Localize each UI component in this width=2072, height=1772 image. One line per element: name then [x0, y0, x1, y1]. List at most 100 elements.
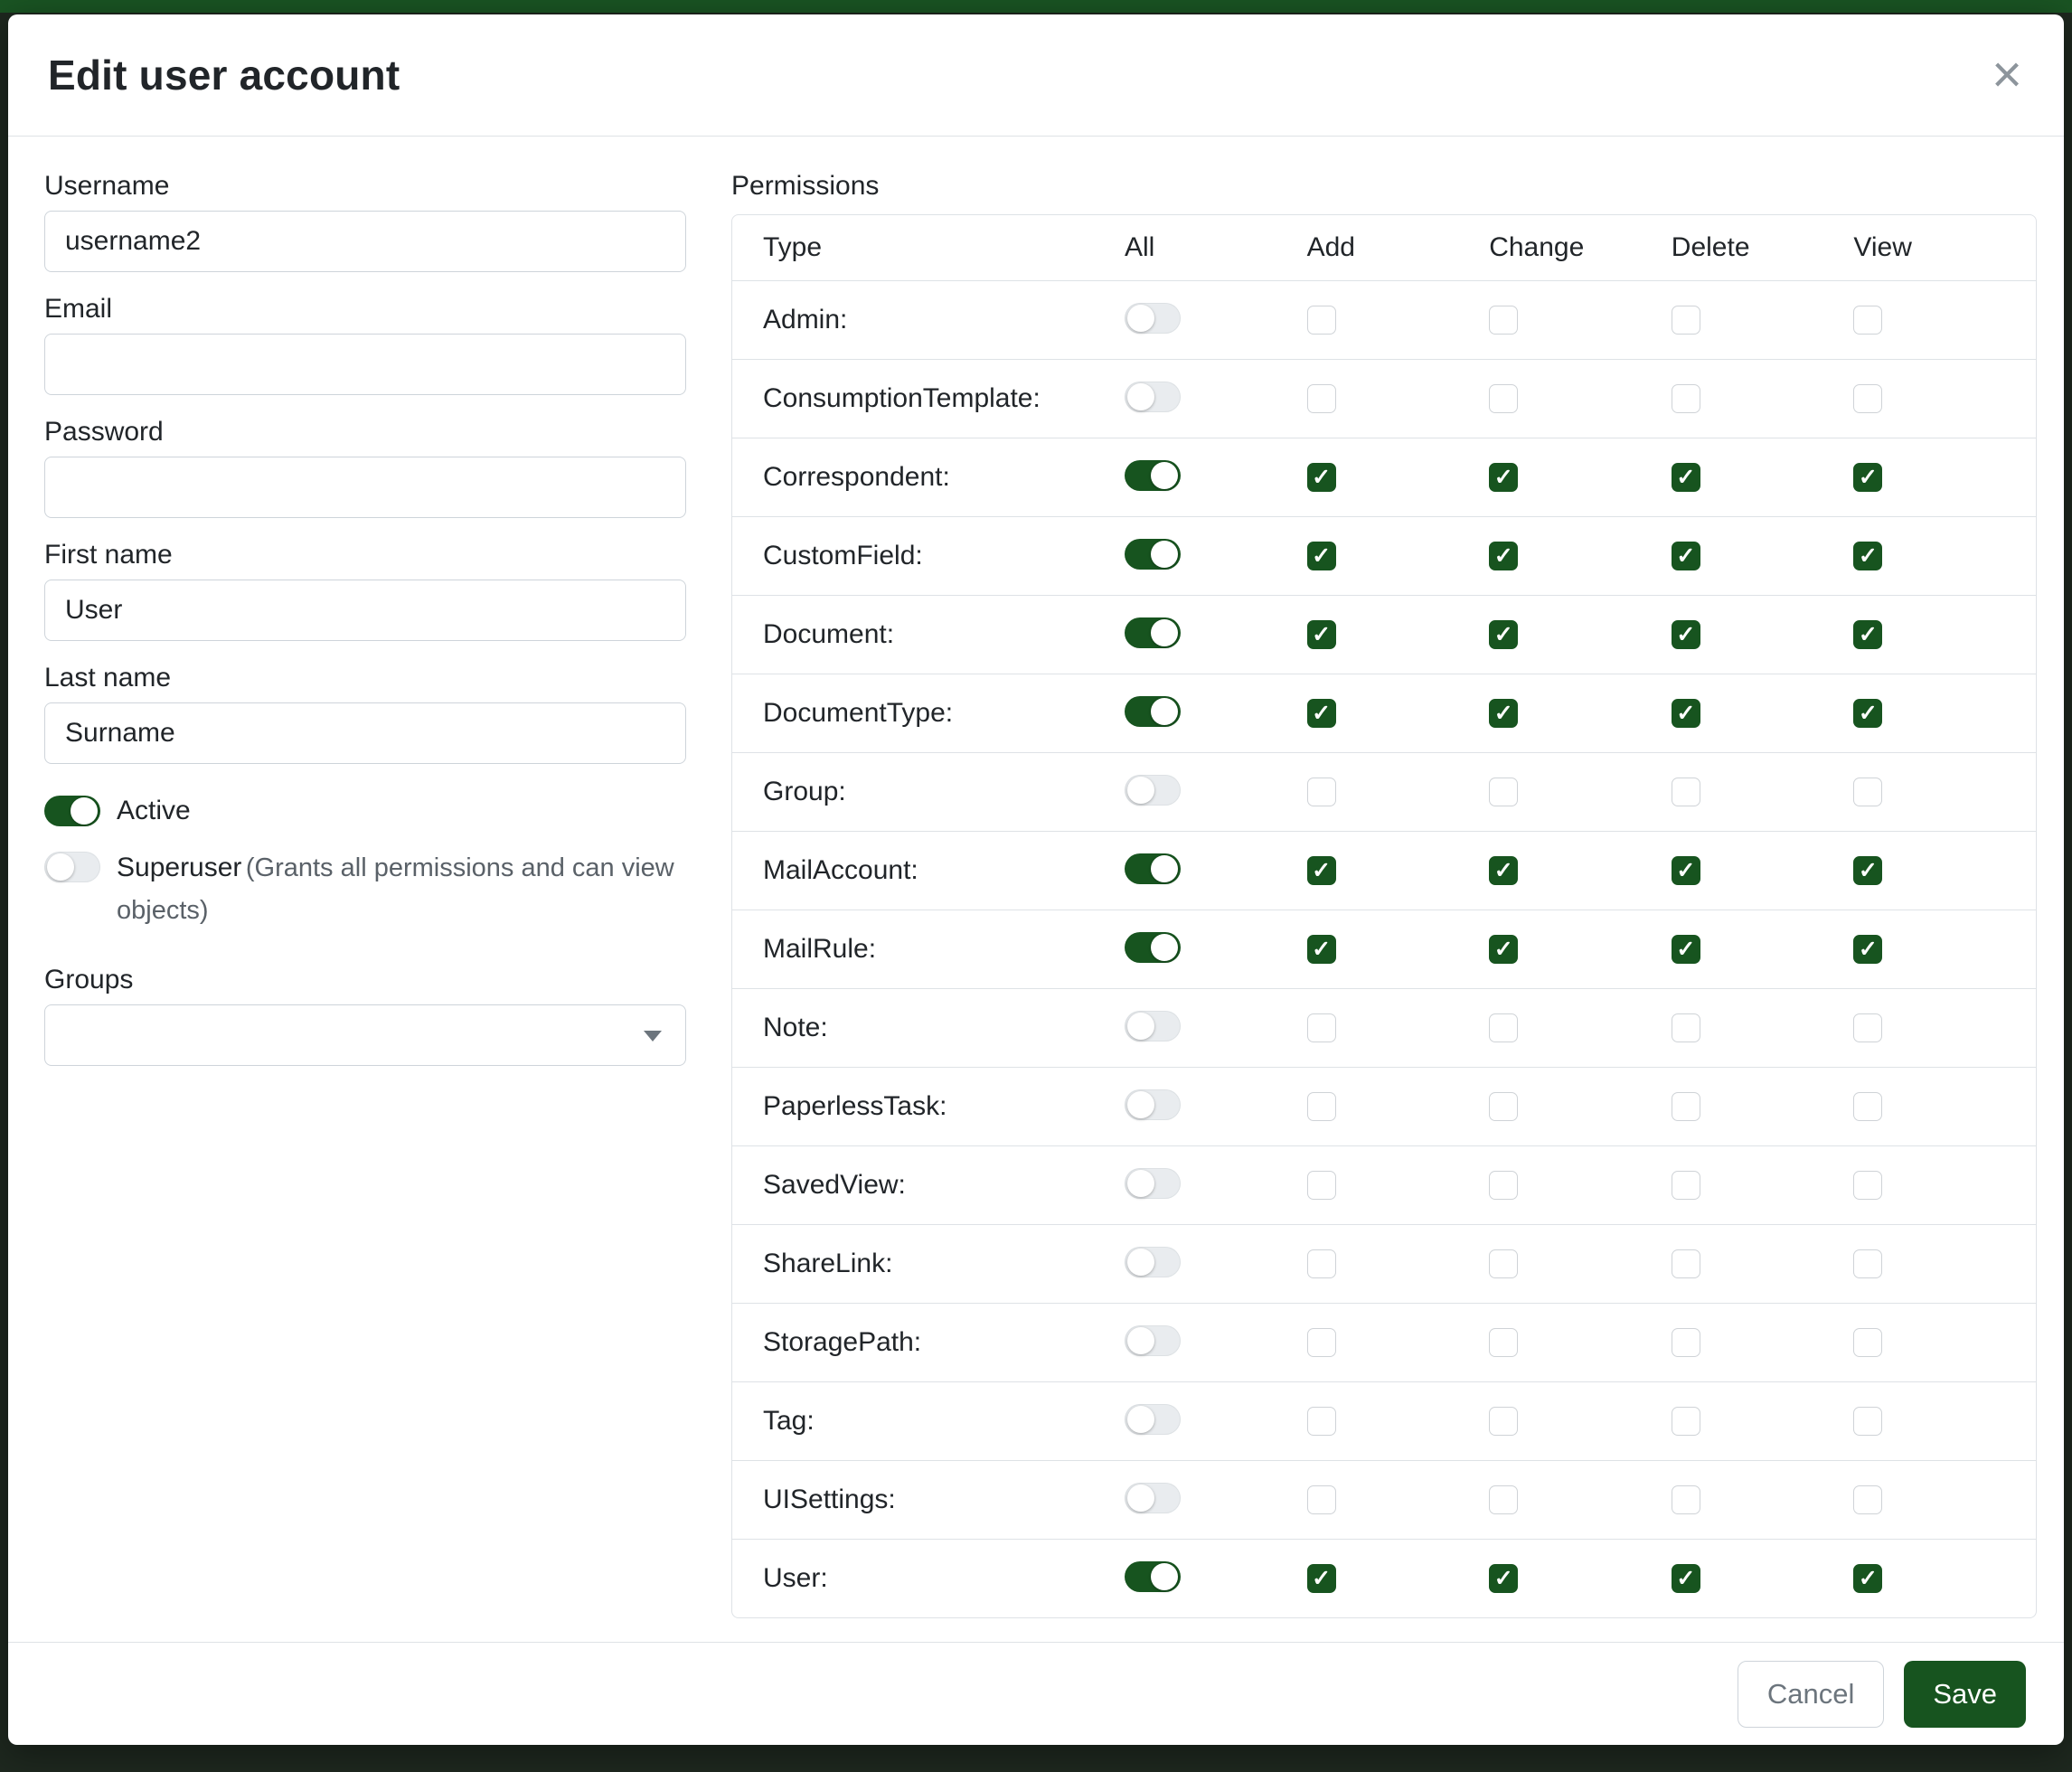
- permission-all-toggle[interactable]: [1125, 1404, 1181, 1435]
- permission-all-toggle[interactable]: [1125, 932, 1181, 963]
- permission-add-checkbox[interactable]: ✓: [1307, 463, 1336, 492]
- permission-delete-checkbox[interactable]: ✓: [1672, 542, 1700, 570]
- active-toggle[interactable]: [44, 796, 100, 826]
- permission-change-checkbox[interactable]: ✓: [1489, 1485, 1518, 1514]
- permission-delete-checkbox[interactable]: ✓: [1672, 1564, 1700, 1593]
- permission-all-toggle[interactable]: [1125, 460, 1181, 491]
- permission-change-checkbox[interactable]: ✓: [1489, 1564, 1518, 1593]
- permission-change-checkbox[interactable]: ✓: [1489, 542, 1518, 570]
- permission-add-checkbox[interactable]: ✓: [1307, 1171, 1336, 1200]
- first-name-field[interactable]: [44, 580, 686, 641]
- permission-all-toggle[interactable]: [1125, 775, 1181, 806]
- permission-view-checkbox[interactable]: ✓: [1853, 306, 1882, 335]
- permission-view-checkbox[interactable]: ✓: [1853, 620, 1882, 649]
- superuser-toggle[interactable]: [44, 852, 100, 882]
- permission-all-toggle[interactable]: [1125, 617, 1181, 648]
- permission-change-checkbox[interactable]: ✓: [1489, 778, 1518, 806]
- permission-delete-checkbox[interactable]: ✓: [1672, 1249, 1700, 1278]
- permission-all-toggle[interactable]: [1125, 1325, 1181, 1356]
- permission-view-checkbox[interactable]: ✓: [1853, 856, 1882, 885]
- permission-all-toggle[interactable]: [1125, 1011, 1181, 1042]
- permission-all-toggle[interactable]: [1125, 1561, 1181, 1592]
- permission-all-toggle[interactable]: [1125, 1089, 1181, 1120]
- permission-change-checkbox[interactable]: ✓: [1489, 699, 1518, 728]
- permission-change-checkbox[interactable]: ✓: [1489, 620, 1518, 649]
- permission-add-checkbox[interactable]: ✓: [1307, 1092, 1336, 1121]
- permission-change-checkbox[interactable]: ✓: [1489, 935, 1518, 964]
- permission-change-checkbox[interactable]: ✓: [1489, 1013, 1518, 1042]
- permission-change-checkbox[interactable]: ✓: [1489, 306, 1518, 335]
- permission-view-checkbox[interactable]: ✓: [1853, 384, 1882, 413]
- permission-view-checkbox[interactable]: ✓: [1853, 1564, 1882, 1593]
- permission-add-checkbox[interactable]: ✓: [1307, 778, 1336, 806]
- permission-delete-checkbox[interactable]: ✓: [1672, 778, 1700, 806]
- permission-add-checkbox[interactable]: ✓: [1307, 1564, 1336, 1593]
- permission-add-checkbox[interactable]: ✓: [1307, 935, 1336, 964]
- permission-add-checkbox[interactable]: ✓: [1307, 620, 1336, 649]
- permission-delete-checkbox[interactable]: ✓: [1672, 1171, 1700, 1200]
- permission-add-checkbox[interactable]: ✓: [1307, 1328, 1336, 1357]
- permission-delete-checkbox[interactable]: ✓: [1672, 1013, 1700, 1042]
- close-icon[interactable]: ×: [1983, 43, 2031, 107]
- permission-add-checkbox[interactable]: ✓: [1307, 542, 1336, 570]
- permission-all-toggle[interactable]: [1125, 303, 1181, 334]
- permission-view-checkbox[interactable]: ✓: [1853, 1092, 1882, 1121]
- permission-delete-checkbox[interactable]: ✓: [1672, 856, 1700, 885]
- permission-add-checkbox[interactable]: ✓: [1307, 1013, 1336, 1042]
- permission-change-checkbox[interactable]: ✓: [1489, 463, 1518, 492]
- permission-all-toggle[interactable]: [1125, 1247, 1181, 1277]
- permission-view-checkbox[interactable]: ✓: [1853, 1328, 1882, 1357]
- permission-delete-checkbox[interactable]: ✓: [1672, 1485, 1700, 1514]
- permission-view-checkbox[interactable]: ✓: [1853, 699, 1882, 728]
- permission-add-checkbox[interactable]: ✓: [1307, 1407, 1336, 1436]
- password-field[interactable]: [44, 457, 686, 518]
- permission-type-label: Group:: [763, 777, 1125, 807]
- permission-change-checkbox[interactable]: ✓: [1489, 1407, 1518, 1436]
- permission-change-checkbox[interactable]: ✓: [1489, 1171, 1518, 1200]
- permission-all-toggle[interactable]: [1125, 696, 1181, 727]
- permission-delete-checkbox[interactable]: ✓: [1672, 699, 1700, 728]
- permission-all-toggle[interactable]: [1125, 1168, 1181, 1199]
- save-button[interactable]: Save: [1904, 1661, 2026, 1728]
- permission-view-checkbox[interactable]: ✓: [1853, 463, 1882, 492]
- permission-change-checkbox[interactable]: ✓: [1489, 856, 1518, 885]
- permission-delete-checkbox[interactable]: ✓: [1672, 935, 1700, 964]
- permission-view-checkbox[interactable]: ✓: [1853, 1249, 1882, 1278]
- permission-delete-checkbox[interactable]: ✓: [1672, 1328, 1700, 1357]
- email-field[interactable]: [44, 334, 686, 395]
- permission-delete-checkbox[interactable]: ✓: [1672, 620, 1700, 649]
- permission-view-checkbox[interactable]: ✓: [1853, 935, 1882, 964]
- permission-all-toggle[interactable]: [1125, 539, 1181, 570]
- permission-view-checkbox[interactable]: ✓: [1853, 542, 1882, 570]
- permission-all-toggle[interactable]: [1125, 853, 1181, 884]
- permission-delete-checkbox[interactable]: ✓: [1672, 1407, 1700, 1436]
- permission-all-toggle[interactable]: [1125, 1483, 1181, 1513]
- permission-delete-checkbox[interactable]: ✓: [1672, 463, 1700, 492]
- permission-change-checkbox[interactable]: ✓: [1489, 1092, 1518, 1121]
- permission-row: ShareLink: ✓ ✓ ✓ ✓: [732, 1224, 2036, 1303]
- permission-view-checkbox[interactable]: ✓: [1853, 778, 1882, 806]
- cancel-button[interactable]: Cancel: [1738, 1661, 1885, 1728]
- permission-view-checkbox[interactable]: ✓: [1853, 1485, 1882, 1514]
- permission-change-checkbox[interactable]: ✓: [1489, 1328, 1518, 1357]
- permission-view-checkbox[interactable]: ✓: [1853, 1171, 1882, 1200]
- first-name-group: First name: [44, 540, 686, 641]
- permission-add-checkbox[interactable]: ✓: [1307, 1249, 1336, 1278]
- permission-add-checkbox[interactable]: ✓: [1307, 384, 1336, 413]
- permission-all-toggle[interactable]: [1125, 382, 1181, 412]
- last-name-field[interactable]: [44, 702, 686, 764]
- username-input[interactable]: [44, 211, 686, 272]
- permission-delete-checkbox[interactable]: ✓: [1672, 306, 1700, 335]
- check-icon: ✓: [1676, 1568, 1695, 1590]
- permission-change-checkbox[interactable]: ✓: [1489, 384, 1518, 413]
- permission-view-checkbox[interactable]: ✓: [1853, 1407, 1882, 1436]
- permission-view-checkbox[interactable]: ✓: [1853, 1013, 1882, 1042]
- groups-select[interactable]: [44, 1004, 686, 1066]
- permission-add-checkbox[interactable]: ✓: [1307, 1485, 1336, 1514]
- permission-delete-checkbox[interactable]: ✓: [1672, 384, 1700, 413]
- permission-delete-checkbox[interactable]: ✓: [1672, 1092, 1700, 1121]
- permission-add-checkbox[interactable]: ✓: [1307, 306, 1336, 335]
- permission-add-checkbox[interactable]: ✓: [1307, 856, 1336, 885]
- permission-add-checkbox[interactable]: ✓: [1307, 699, 1336, 728]
- permission-change-checkbox[interactable]: ✓: [1489, 1249, 1518, 1278]
